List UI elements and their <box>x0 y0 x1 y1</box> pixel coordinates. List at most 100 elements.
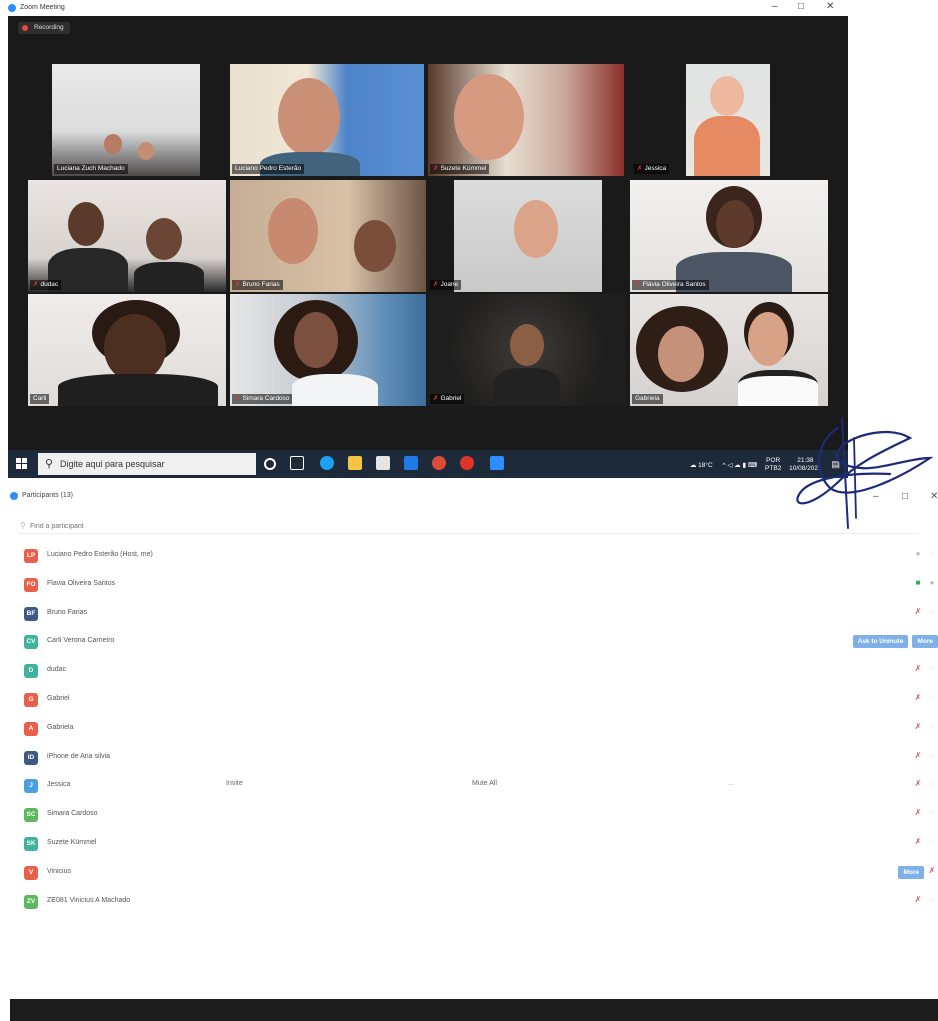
video-tile[interactable]: Luciana Zuch Machado <box>52 64 200 176</box>
mic-icon[interactable]: ● <box>912 549 924 558</box>
mic-muted-icon[interactable]: ✗ <box>912 808 924 817</box>
task-view-icon[interactable] <box>290 456 304 470</box>
video-off-icon[interactable]: ◌ <box>926 664 938 673</box>
participant-status: ✗ ◌ <box>910 895 938 909</box>
chrome-icon[interactable] <box>432 456 446 470</box>
video-tile[interactable]: Gabriela <box>630 294 828 406</box>
video-tile[interactable]: Luciano Pedro Esterão <box>230 64 424 176</box>
invite-button[interactable]: Invite <box>226 780 243 787</box>
store-icon[interactable] <box>376 456 390 470</box>
video-feed <box>52 64 200 176</box>
mic-muted-icon[interactable]: ✗ <box>912 664 924 673</box>
app-icon[interactable] <box>460 456 474 470</box>
close-button[interactable]: ✕ <box>826 1 834 12</box>
participant-row[interactable]: J Jessica ✗ ◌ <box>0 772 938 801</box>
tile-name-label: ✗ Jessica <box>634 164 670 174</box>
participant-name: Suzete Kümmel <box>47 839 97 846</box>
more-options-button[interactable]: ... <box>728 780 734 787</box>
mic-muted-icon[interactable]: ✗ <box>926 866 938 875</box>
participant-name: Luciano Pedro Esterão (Host, me) <box>47 551 153 558</box>
avatar: ID <box>24 750 38 765</box>
mic-muted-icon[interactable]: ✗ <box>912 779 924 788</box>
video-tile[interactable]: ✗ Suzete Kümmel <box>428 64 624 176</box>
recording-indicator[interactable]: Recording <box>18 22 70 34</box>
find-participant-input[interactable] <box>18 520 918 534</box>
mic-muted-icon[interactable]: ✗ <box>912 895 924 904</box>
video-off-icon[interactable]: ◌ <box>926 808 938 817</box>
video-off-icon[interactable]: ◌ <box>926 549 938 558</box>
video-tile[interactable]: ✗ Simara Cardoso <box>230 294 426 406</box>
participants-window: Participants (13) – □ ✕ ⚲ LPLuciano Pedr… <box>0 484 938 1021</box>
video-off-icon[interactable]: ◌ <box>926 751 938 760</box>
search-placeholder: Digite aqui para pesquisar <box>60 459 165 469</box>
weather-temp[interactable]: 18°C <box>698 462 713 469</box>
participant-row[interactable]: SK Suzete Kümmel ✗ ◌ <box>0 830 938 859</box>
windows-taskbar: ⚲ Digite aqui para pesquisar ☁ 18°C ^ ◁ … <box>8 450 848 478</box>
video-off-icon[interactable]: ◌ <box>926 693 938 702</box>
weather-icon: ☁ <box>689 462 697 469</box>
cortana-icon[interactable] <box>264 458 276 470</box>
mic-muted-icon[interactable]: ✗ <box>912 693 924 702</box>
video-on-icon[interactable]: ■ <box>912 578 924 587</box>
mic-muted-icon[interactable]: ✗ <box>912 722 924 731</box>
tile-name-label: Luciana Zuch Machado <box>54 164 128 174</box>
participant-face <box>354 220 396 272</box>
more-button[interactable]: More <box>898 865 924 879</box>
participant-name: Simara Cardoso <box>47 810 98 818</box>
file-explorer-icon[interactable] <box>348 456 362 470</box>
tray-icons[interactable]: ^ ◁ ☁ ▮ ⌨ <box>723 462 758 469</box>
zoom-app-icon <box>10 492 18 500</box>
tile-name-label: ✗ Joane <box>430 280 462 290</box>
video-off-icon[interactable]: ◌ <box>926 722 938 731</box>
zoom-taskbar-icon[interactable] <box>490 456 504 470</box>
tile-name-label: ✗ Simara Cardoso <box>232 394 293 404</box>
minimize-button[interactable]: – <box>772 1 778 12</box>
mail-icon[interactable] <box>404 456 418 470</box>
maximize-button[interactable]: □ <box>798 1 804 12</box>
video-tile[interactable]: ✗ Bruno Farias <box>230 180 426 292</box>
edge-browser-icon[interactable] <box>320 456 334 470</box>
participant-status: More ✗ <box>894 865 938 880</box>
participant-row[interactable]: SC Simara Cardoso ✗ ◌ <box>0 801 938 830</box>
participant-row[interactable]: G Gabriel ✗ ◌ <box>0 686 938 715</box>
participant-row[interactable]: Ddudac ✗ ◌ <box>0 657 938 686</box>
language-code: POR <box>766 457 781 465</box>
mic-muted-icon[interactable]: ✗ <box>912 837 924 846</box>
mute-all-button[interactable]: Mute All <box>472 780 497 787</box>
participant-row[interactable]: FO Flavia Oliveira Santos ■ ● <box>0 571 938 600</box>
more-button[interactable]: More <box>912 635 938 649</box>
video-off-icon[interactable]: ◌ <box>926 779 938 788</box>
video-tile-active-speaker[interactable]: Carli <box>28 294 226 406</box>
video-gallery: Recording Luciana Zuch Machado Luciano P… <box>8 16 848 450</box>
participant-row[interactable]: ZV ZE081 Vinicius A Machado ✗ ◌ <box>0 888 938 917</box>
mic-muted-icon[interactable]: ✗ <box>912 751 924 760</box>
video-tile[interactable]: ✗ Flávia Oliveira Santos <box>630 180 828 292</box>
mic-icon[interactable]: ● <box>926 578 938 587</box>
mic-muted-icon: ✗ <box>33 281 39 288</box>
participant-row[interactable]: V Vinicius More ✗ <box>0 859 938 888</box>
participant-row[interactable]: A Gabriela ✗ ◌ <box>0 715 938 744</box>
participant-row[interactable]: BF Bruno Farias ✗ ◌ <box>0 600 938 629</box>
video-off-icon[interactable]: ◌ <box>926 895 938 904</box>
participant-row[interactable]: ID iPhone de Ana silvia ✗ ◌ <box>0 744 938 773</box>
participant-status: ✗ ◌ <box>910 664 938 678</box>
tile-name-label: ✗ Suzete Kümmel <box>430 164 490 174</box>
video-tile[interactable]: ✗ Joane <box>428 180 626 292</box>
video-tile[interactable]: ✗ Jessica <box>630 64 830 176</box>
mic-muted-icon[interactable]: ✗ <box>912 607 924 616</box>
participant-face <box>716 200 754 248</box>
video-off-icon[interactable]: ◌ <box>926 607 938 616</box>
participant-row[interactable]: LP Luciano Pedro Esterão (Host, me) ● ◌ <box>0 542 938 571</box>
windows-start-icon[interactable] <box>16 458 27 469</box>
video-tile[interactable]: ✗ Gabriel <box>428 294 626 406</box>
video-off-icon[interactable]: ◌ <box>926 837 938 846</box>
participant-status: ✗ ◌ <box>910 693 938 707</box>
participant-row[interactable]: CV Carli Verona Carneiro Ask to Unmute More <box>0 628 938 657</box>
avatar: SC <box>24 808 38 823</box>
video-tile[interactable]: ✗ dudac <box>28 180 226 292</box>
participant-face <box>514 200 558 258</box>
taskbar-search-input[interactable]: ⚲ Digite aqui para pesquisar <box>38 453 256 475</box>
ask-to-unmute-button[interactable]: Ask to Unmute <box>852 635 909 649</box>
input-language[interactable]: POR PTB2 <box>765 457 781 473</box>
zoom-meeting-window: Zoom Meeting – □ ✕ Recording Luciana Zuc… <box>0 0 848 480</box>
